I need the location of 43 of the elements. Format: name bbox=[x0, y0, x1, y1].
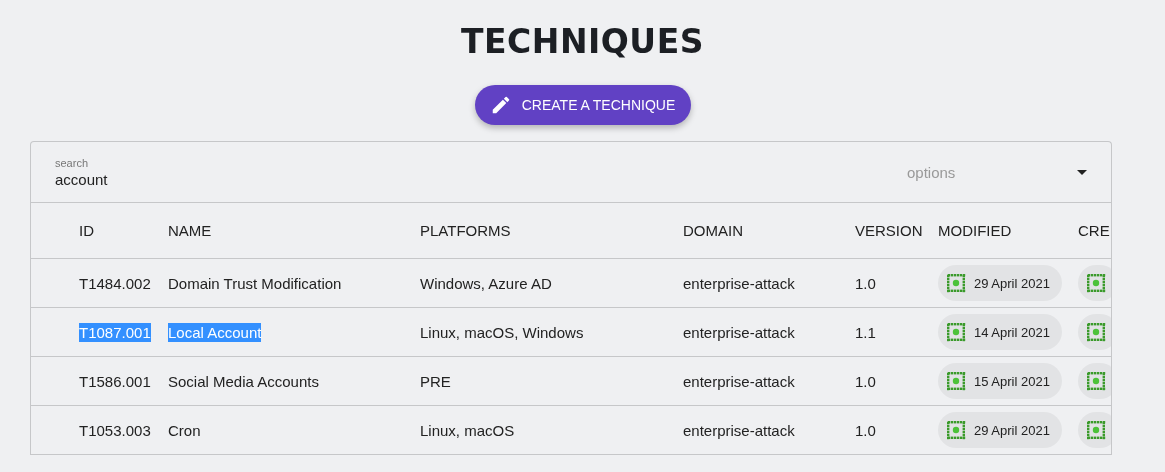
column-header[interactable]: DOMAIN bbox=[683, 222, 743, 239]
gear-icon bbox=[1086, 420, 1106, 440]
page-title: TECHNIQUES bbox=[461, 22, 704, 62]
table-cell: 1.1 bbox=[855, 323, 876, 341]
caret-icon bbox=[1077, 169, 1087, 175]
search-field[interactable]: account bbox=[55, 168, 355, 188]
column-header[interactable]: CRE bbox=[1078, 222, 1110, 239]
date-chip: 15 April 2021 bbox=[938, 363, 1062, 399]
table-cell: enterprise-attack bbox=[683, 372, 795, 390]
date-chip: 14 April 2021 bbox=[938, 314, 1062, 350]
gear-icon bbox=[946, 371, 966, 391]
table-cell: 1.0 bbox=[855, 372, 876, 390]
column-header[interactable]: MODIFIED bbox=[938, 222, 1012, 239]
table-cell: enterprise-attack bbox=[683, 421, 795, 439]
column-header[interactable]: PLATFORMS bbox=[420, 222, 511, 239]
table-cell: T1053.003 bbox=[79, 421, 151, 439]
table-cell: Linux, macOS, Windows bbox=[420, 323, 584, 341]
table-cell: T1484.002 bbox=[79, 274, 151, 292]
table-cell: T1586.001 bbox=[79, 372, 151, 390]
gear-icon bbox=[1086, 322, 1106, 342]
table-cell: Social Media Accounts bbox=[168, 372, 319, 390]
date-chip: 29 April 2021 bbox=[938, 265, 1062, 301]
table-cell: enterprise-attack bbox=[683, 274, 795, 292]
date-chip: 29 April 2021 bbox=[938, 412, 1062, 448]
table-cell: enterprise-attack bbox=[683, 323, 795, 341]
table-cell: Cron bbox=[168, 421, 201, 439]
gear-icon bbox=[946, 322, 966, 342]
gear-icon bbox=[946, 273, 966, 293]
table-cell: PRE bbox=[420, 372, 451, 390]
table-cell: Windows, Azure AD bbox=[420, 274, 552, 292]
column-header[interactable]: VERSION bbox=[855, 222, 923, 239]
table-cell: Domain Trust Modification bbox=[168, 274, 342, 292]
gear-icon bbox=[1086, 273, 1106, 293]
table-cell: 1.0 bbox=[855, 274, 876, 292]
table-cell: Linux, macOS bbox=[420, 421, 515, 439]
gear-icon bbox=[1086, 371, 1106, 391]
table-cell: T1087.001 bbox=[79, 322, 151, 342]
gear-icon bbox=[946, 420, 966, 440]
create-technique-button[interactable]: CREATE A TECHNIQUE bbox=[474, 85, 691, 125]
table-cell: 1.0 bbox=[855, 421, 876, 439]
field-label: search bbox=[55, 156, 90, 169]
column-header[interactable]: ID bbox=[79, 222, 94, 239]
column-header[interactable]: NAME bbox=[168, 222, 212, 239]
